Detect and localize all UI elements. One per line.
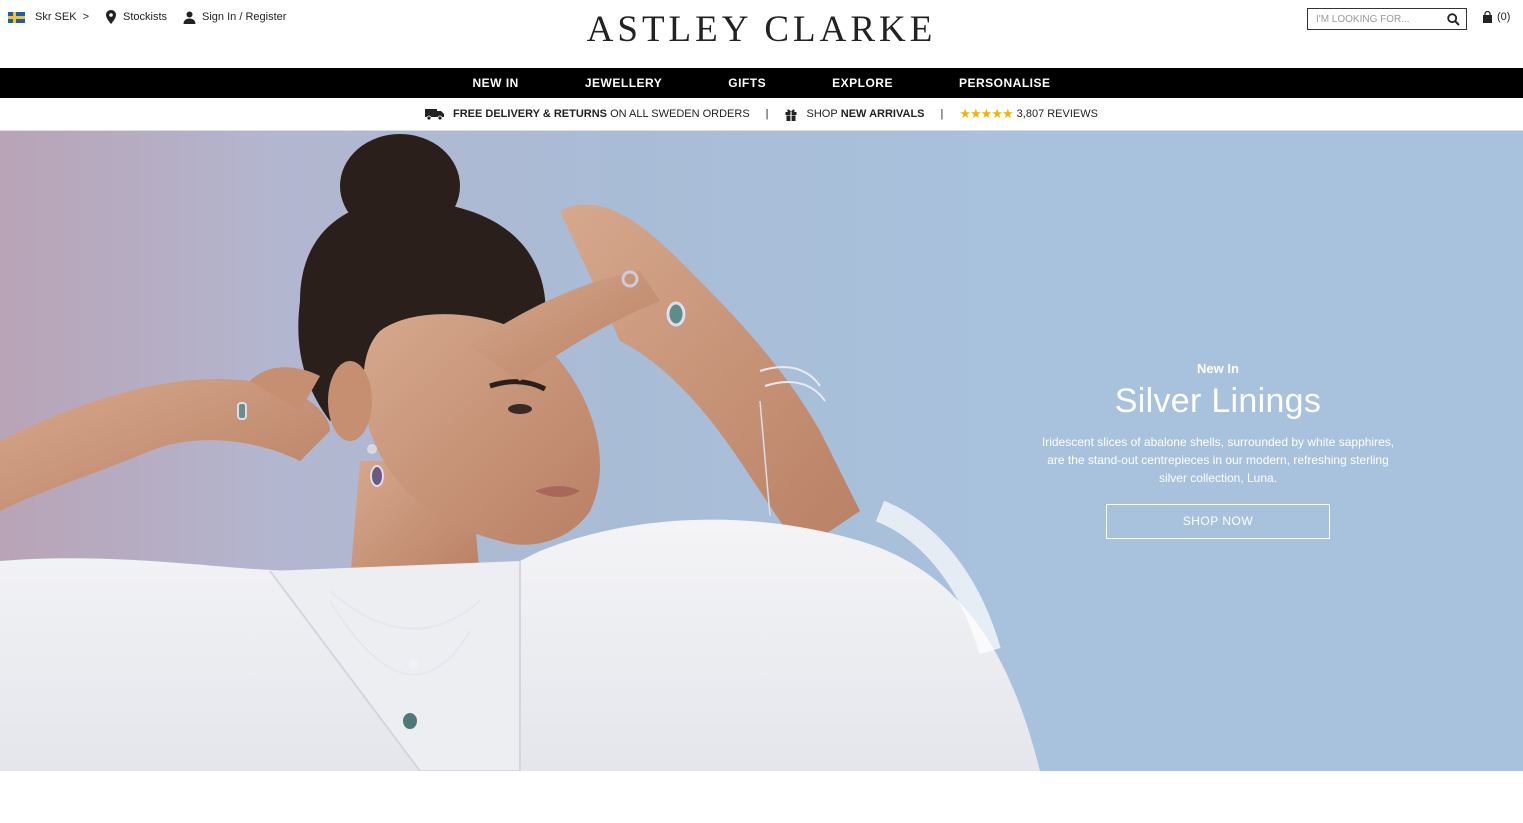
- shop-bold-text: NEW ARRIVALS: [840, 108, 925, 120]
- delivery-rest: ON ALL SWEDEN ORDERS: [607, 108, 750, 120]
- nav-item-explore[interactable]: EXPLORE: [832, 76, 893, 90]
- nav-item-personalise[interactable]: PERSONALISE: [959, 76, 1051, 90]
- truck-icon: [425, 109, 444, 120]
- hero-eyebrow: New In: [1197, 361, 1239, 376]
- hero-title: Silver Linings: [1114, 382, 1322, 420]
- top-header: Skr SEK > Stockists Sign In / Register A…: [0, 0, 1523, 68]
- separator-2: |: [940, 108, 944, 120]
- reviews-count: 3,807 REVIEWS: [1016, 108, 1098, 120]
- nav-item-gifts[interactable]: GIFTS: [728, 76, 766, 90]
- promo-bar: FREE DELIVERY & RETURNS ON ALL SWEDEN OR…: [0, 98, 1523, 131]
- shopping-bag-link[interactable]: (0): [1482, 11, 1510, 23]
- search-box[interactable]: [1307, 8, 1467, 30]
- bag-count: (0): [1497, 11, 1511, 23]
- star-rating-icon: ★★★★★: [959, 106, 1013, 121]
- nav-item-jewellery[interactable]: JEWELLERY: [585, 76, 662, 90]
- hero-banner[interactable]: New In Silver Linings Iridescent slices …: [0, 131, 1523, 771]
- separator: |: [765, 108, 769, 120]
- hero-copy: New In Silver Linings Iridescent slices …: [1018, 361, 1418, 539]
- main-nav: NEW IN JEWELLERY GIFTS EXPLORE PERSONALI…: [0, 68, 1523, 98]
- gift-icon: [785, 109, 797, 121]
- search-icon[interactable]: [1447, 12, 1460, 26]
- shop-new-arrivals: NEW ARRIVALS: [838, 108, 925, 120]
- search-input[interactable]: [1316, 13, 1436, 25]
- delivery-promo[interactable]: FREE DELIVERY & RETURNS ON ALL SWEDEN OR…: [425, 108, 750, 120]
- reviews-promo[interactable]: ★★★★★ 3,807 REVIEWS: [959, 106, 1098, 122]
- delivery-bold: FREE DELIVERY & RETURNS: [453, 108, 608, 120]
- shop-now-button[interactable]: SHOP NOW: [1106, 504, 1330, 539]
- delivery-rest-text: ON ALL SWEDEN ORDERS: [610, 108, 750, 120]
- nav-item-new-in[interactable]: NEW IN: [473, 76, 519, 90]
- shopping-bag-icon: [1483, 11, 1492, 23]
- hero-description: Iridescent slices of abalone shells, sur…: [1041, 435, 1395, 485]
- shop-prefix: SHOP: [806, 108, 838, 120]
- brand-logo[interactable]: ASTLEY CLARKE: [0, 8, 1523, 51]
- new-arrivals-promo[interactable]: SHOP NEW ARRIVALS: [785, 108, 925, 121]
